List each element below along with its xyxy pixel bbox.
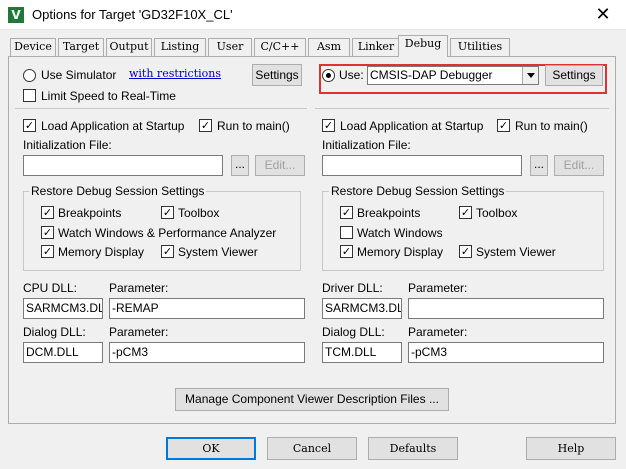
- right-breakpoints-label: Breakpoints: [357, 206, 421, 220]
- cpu-dll-label: CPU DLL:: [23, 281, 78, 295]
- dialog-param-input[interactable]: -pCM3: [109, 342, 305, 363]
- right-memory-display-label: Memory Display: [357, 245, 444, 259]
- right-load-app-checkbox[interactable]: ✓: [322, 119, 335, 132]
- right-run-to-main-checkbox[interactable]: ✓: [497, 119, 510, 132]
- init-file-browse-button[interactable]: ...: [231, 155, 249, 176]
- tab-target[interactable]: Target: [58, 38, 104, 56]
- chevron-down-icon: [522, 67, 538, 84]
- right-toolbox-label: Toolbox: [476, 206, 518, 220]
- divider: [315, 108, 609, 109]
- right-init-file-edit-button: Edit...: [554, 155, 604, 176]
- dialog-param-label: Parameter:: [109, 325, 169, 339]
- driver-param-label: Parameter:: [408, 281, 468, 295]
- driver-param-input[interactable]: [408, 298, 604, 319]
- divider: [15, 108, 307, 109]
- use-debugger-radio[interactable]: [322, 69, 335, 82]
- right-dialog-dll-input[interactable]: TCM.DLL: [322, 342, 402, 363]
- toolbox-label: Toolbox: [178, 206, 220, 220]
- use-simulator-radio[interactable]: [23, 69, 36, 82]
- simulator-settings-button[interactable]: Settings: [252, 64, 302, 86]
- right-dialog-dll-label: Dialog DLL:: [322, 325, 385, 339]
- tab-linker[interactable]: Linker: [352, 38, 400, 56]
- init-file-input[interactable]: [23, 155, 223, 176]
- right-system-viewer-checkbox[interactable]: ✓: [459, 245, 472, 258]
- use-label: Use:: [339, 68, 364, 82]
- cancel-button[interactable]: Cancel: [267, 437, 357, 460]
- init-file-edit-button: Edit...: [255, 155, 305, 176]
- with-restrictions-link[interactable]: with restrictions: [129, 67, 221, 80]
- right-watch-windows-label: Watch Windows: [357, 226, 443, 240]
- cpu-dll-input[interactable]: SARMCM3.DLL: [23, 298, 103, 319]
- watch-windows-label: Watch Windows & Performance Analyzer: [58, 226, 277, 240]
- driver-dll-label: Driver DLL:: [322, 281, 383, 295]
- right-load-app-label: Load Application at Startup: [340, 119, 484, 133]
- restore-settings-title: Restore Debug Session Settings: [29, 184, 207, 198]
- close-icon[interactable]: ✕: [580, 0, 626, 30]
- load-app-label: Load Application at Startup: [41, 119, 185, 133]
- right-init-file-input[interactable]: [322, 155, 522, 176]
- debug-panel: Use Simulator with restrictions Settings…: [8, 56, 616, 424]
- breakpoints-checkbox[interactable]: ✓: [41, 206, 54, 219]
- right-watch-windows-checkbox[interactable]: [340, 226, 353, 239]
- debugger-select-value: CMSIS-DAP Debugger: [370, 68, 493, 82]
- cpu-param-input[interactable]: -REMAP: [109, 298, 305, 319]
- use-simulator-label: Use Simulator: [41, 68, 117, 82]
- tab-debug[interactable]: Debug: [398, 35, 448, 57]
- help-button[interactable]: Help: [526, 437, 616, 460]
- init-file-label: Initialization File:: [23, 138, 112, 152]
- right-toolbox-checkbox[interactable]: ✓: [459, 206, 472, 219]
- debugger-settings-button[interactable]: Settings: [545, 65, 603, 86]
- memory-display-checkbox[interactable]: ✓: [41, 245, 54, 258]
- tab-utilities[interactable]: Utilities: [450, 38, 510, 56]
- tab-cc[interactable]: C/C++: [254, 38, 306, 56]
- title-bar: V Options for Target 'GD32F10X_CL' ✕: [0, 0, 626, 30]
- driver-dll-input[interactable]: SARMCM3.DLL: [322, 298, 402, 319]
- right-breakpoints-checkbox[interactable]: ✓: [340, 206, 353, 219]
- tab-asm[interactable]: Asm: [308, 38, 350, 56]
- window-title: Options for Target 'GD32F10X_CL': [32, 7, 233, 22]
- right-system-viewer-label: System Viewer: [476, 245, 556, 259]
- right-init-file-label: Initialization File:: [322, 138, 411, 152]
- tab-device[interactable]: Device: [10, 38, 56, 56]
- watch-windows-checkbox[interactable]: ✓: [41, 226, 54, 239]
- dialog-dll-label: Dialog DLL:: [23, 325, 86, 339]
- right-memory-display-checkbox[interactable]: ✓: [340, 245, 353, 258]
- memory-display-label: Memory Display: [58, 245, 145, 259]
- right-init-file-browse-button[interactable]: ...: [530, 155, 548, 176]
- breakpoints-label: Breakpoints: [58, 206, 122, 220]
- debugger-select[interactable]: CMSIS-DAP Debugger: [367, 66, 539, 85]
- cpu-param-label: Parameter:: [109, 281, 169, 295]
- load-app-checkbox[interactable]: ✓: [23, 119, 36, 132]
- run-to-main-checkbox[interactable]: ✓: [199, 119, 212, 132]
- manage-component-viewer-button[interactable]: Manage Component Viewer Description File…: [175, 388, 449, 411]
- tab-user[interactable]: User: [208, 38, 252, 56]
- tab-listing[interactable]: Listing: [154, 38, 206, 56]
- ok-button[interactable]: OK: [166, 437, 256, 460]
- dialog-dll-input[interactable]: DCM.DLL: [23, 342, 103, 363]
- toolbox-checkbox[interactable]: ✓: [161, 206, 174, 219]
- right-dialog-param-input[interactable]: -pCM3: [408, 342, 604, 363]
- limit-speed-label: Limit Speed to Real-Time: [41, 89, 176, 103]
- limit-speed-checkbox[interactable]: [23, 89, 36, 102]
- system-viewer-label: System Viewer: [178, 245, 258, 259]
- right-restore-settings-title: Restore Debug Session Settings: [329, 184, 507, 198]
- keil-app-icon: V: [8, 7, 24, 23]
- run-to-main-label: Run to main(): [217, 119, 290, 133]
- right-dialog-param-label: Parameter:: [408, 325, 468, 339]
- system-viewer-checkbox[interactable]: ✓: [161, 245, 174, 258]
- right-run-to-main-label: Run to main(): [515, 119, 588, 133]
- tab-output[interactable]: Output: [106, 38, 152, 56]
- defaults-button[interactable]: Defaults: [368, 437, 458, 460]
